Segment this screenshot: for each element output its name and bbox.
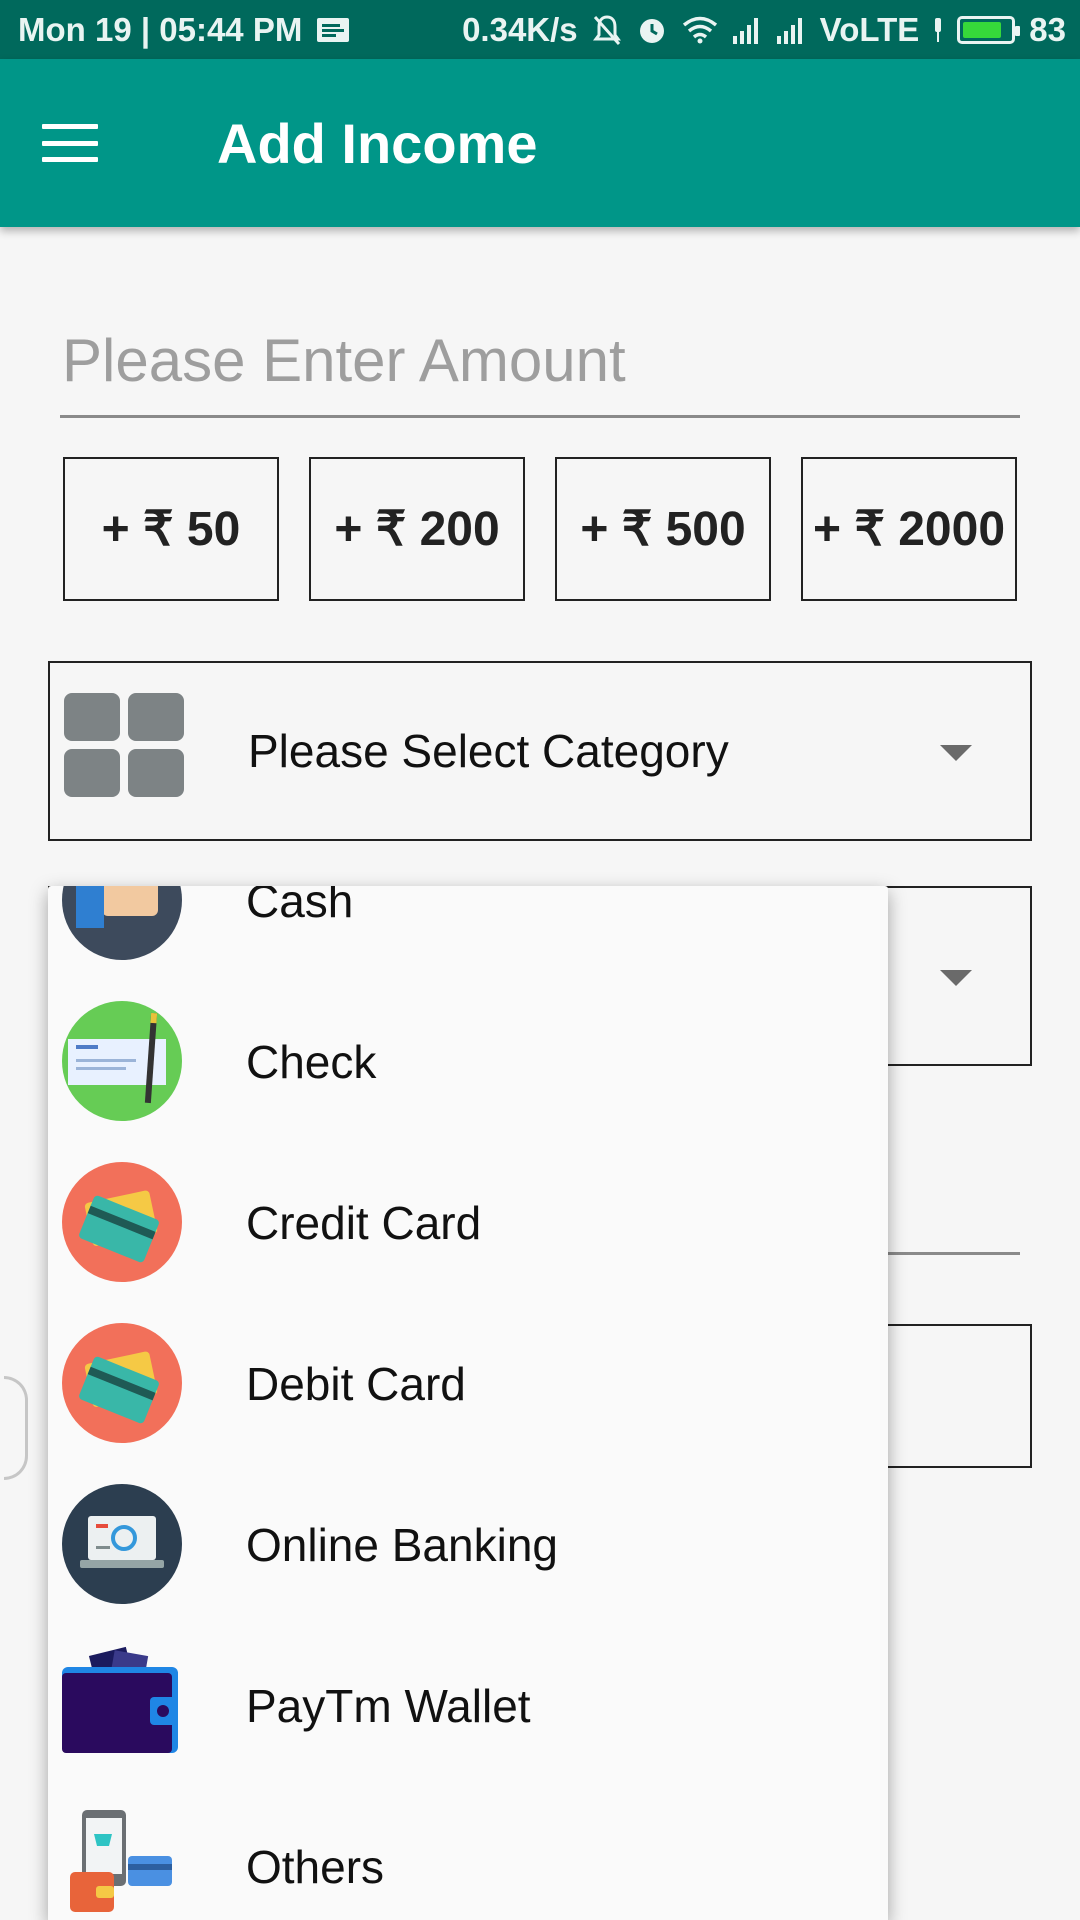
debit-card-icon	[62, 1323, 182, 1443]
status-bar: Mon 19 | 05:44 PM 0.34K/s VoLTE 83	[0, 0, 1080, 59]
others-shopping-icon	[62, 1806, 182, 1920]
dropdown-item-label: Credit Card	[246, 1196, 482, 1249]
dropdown-item-online-banking[interactable]: Online Banking	[48, 1464, 888, 1625]
add-50-button[interactable]: + ₹ 50	[63, 457, 279, 601]
edge-handle[interactable]	[4, 1376, 28, 1480]
wifi-icon	[682, 16, 718, 44]
dropdown-item-paytm-wallet[interactable]: PayTm Wallet	[48, 1625, 888, 1786]
category-select[interactable]: Please Select Category	[48, 661, 1032, 841]
network-speed: 0.34K/s	[462, 10, 578, 48]
credit-card-icon	[62, 1162, 182, 1282]
save-button-outline[interactable]	[880, 1324, 1032, 1468]
wallet-icon	[62, 1645, 182, 1765]
dropdown-item-cash[interactable]: Cash	[48, 886, 888, 981]
notification-message-icon	[316, 17, 350, 43]
payment-mode-dropdown: Cash Check Credit Card Debit Card Online…	[48, 886, 888, 1920]
add-500-button[interactable]: + ₹ 500	[555, 457, 771, 601]
page-title: Add Income	[217, 111, 538, 175]
cash-hand-icon	[62, 886, 182, 960]
note-field-underline	[880, 1252, 1020, 1255]
menu-button[interactable]	[0, 59, 140, 227]
network-type: VoLTE	[819, 10, 920, 48]
dropdown-arrow-icon	[940, 745, 972, 761]
dropdown-item-label: Check	[246, 1035, 377, 1088]
category-grid-icon	[64, 693, 184, 797]
dropdown-item-label: Others	[246, 1840, 385, 1893]
alarm-clock-icon	[636, 14, 668, 46]
hamburger-menu-icon	[42, 124, 98, 162]
mute-bell-icon	[592, 14, 622, 46]
status-time: Mon 19 | 05:44 PM	[18, 10, 303, 48]
signal-strength-icon	[776, 16, 806, 44]
battery-icon	[957, 15, 1021, 44]
dropdown-item-label: Debit Card	[246, 1357, 466, 1410]
dropdown-item-label: PayTm Wallet	[246, 1679, 531, 1732]
bank-check-icon	[62, 1001, 182, 1121]
dropdown-item-label: Cash	[246, 886, 354, 927]
charging-icon	[933, 16, 943, 44]
online-banking-laptop-icon	[62, 1484, 182, 1604]
add-200-button[interactable]: + ₹ 200	[309, 457, 525, 601]
dropdown-item-check[interactable]: Check	[48, 981, 888, 1142]
amount-input[interactable]	[60, 320, 1020, 418]
dropdown-arrow-icon	[940, 970, 972, 986]
dropdown-item-credit-card[interactable]: Credit Card	[48, 1142, 888, 1303]
dropdown-item-label: Online Banking	[246, 1518, 558, 1571]
add-2000-button[interactable]: + ₹ 2000	[801, 457, 1017, 601]
category-select-label: Please Select Category	[248, 725, 729, 777]
battery-percent: 83	[1029, 10, 1066, 48]
dropdown-item-debit-card[interactable]: Debit Card	[48, 1303, 888, 1464]
app-bar: Add Income	[0, 59, 1080, 227]
signal-strength-icon	[732, 16, 762, 44]
dropdown-item-others[interactable]: Others	[48, 1786, 888, 1920]
